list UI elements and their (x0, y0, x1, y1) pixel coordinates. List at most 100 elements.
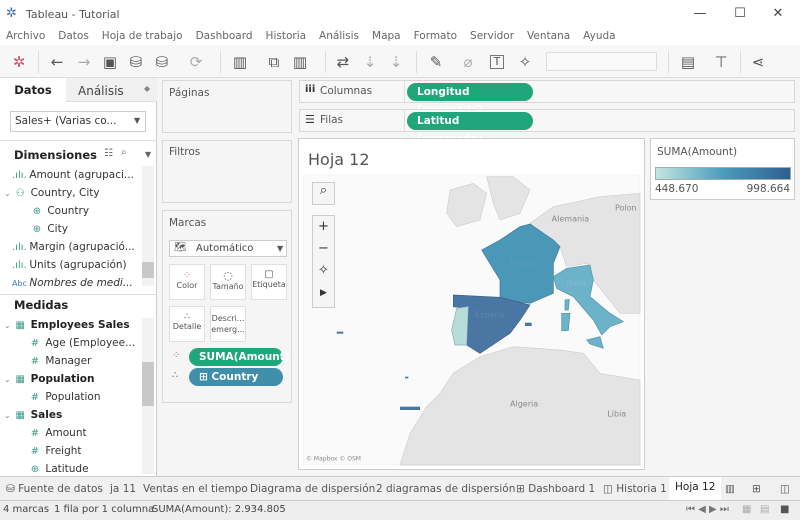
tab-historia-1[interactable]: ◫ Historia 1 (603, 479, 667, 499)
pin-icon[interactable]: ✧ (515, 53, 535, 71)
color-button[interactable]: ⁘ Color (169, 264, 205, 300)
tab-dashboard-1[interactable]: ⊞ Dashboard 1 (516, 479, 595, 499)
tab-diagrama-de-dispersion[interactable]: Diagrama de dispersión (250, 479, 375, 499)
label-button[interactable]: ▢ Etiqueta (251, 264, 287, 300)
dimension-item[interactable]: ⌄ ⚇ Country, City (4, 184, 149, 202)
measures-scrollbar[interactable] (142, 318, 154, 474)
sort-desc-icon[interactable]: ⇣ (386, 53, 406, 71)
dimension-item[interactable]: .ılı. Margin (agrupació... (0, 238, 145, 256)
menu-hoja-de-trabajo[interactable]: Hoja de trabajo (102, 28, 183, 45)
tab-hoja-12[interactable]: Hoja 12 (669, 477, 722, 500)
share-icon[interactable]: ⋖ (748, 53, 768, 71)
tabs-view-icon[interactable]: ■ (780, 504, 789, 515)
dimension-item[interactable]: ⊕ City (0, 220, 145, 238)
longitude-pill[interactable]: Longitud (generado) (407, 83, 533, 116)
columns-label: Columnas (320, 85, 373, 97)
tab-data-source[interactable]: ⛁ Fuente de datos (6, 479, 103, 499)
menu-historia[interactable]: Historia (266, 28, 307, 45)
tab-2-diagramas[interactable]: 2 diagramas de dispersión (376, 479, 515, 499)
list-view-icon[interactable]: ☷ (104, 148, 113, 159)
menu-mapa[interactable]: Mapa (372, 28, 401, 45)
dimensions-menu-icon[interactable]: ▼ (145, 150, 151, 159)
size-label: Tamaño (212, 282, 244, 291)
swap-icon[interactable]: ⇄ (333, 53, 353, 71)
dimension-item[interactable]: ⊕ Country (0, 202, 145, 220)
menu-archivo[interactable]: Archivo (6, 28, 45, 45)
show-me-icon[interactable]: ▤ (678, 53, 698, 71)
size-button[interactable]: ◌ Tamaño (210, 264, 246, 300)
new-worksheet-icon[interactable]: ▥ (725, 479, 735, 499)
tab-datos[interactable]: Datos (0, 78, 66, 103)
new-datasource-icon[interactable]: ⛁ (126, 53, 146, 71)
duplicate-sheet-icon[interactable]: ⧉ (264, 53, 284, 71)
detail-label: Detalle (172, 322, 202, 331)
clear-sheet-icon[interactable]: ▥ (290, 53, 310, 71)
highlight-icon[interactable]: ✎ (426, 53, 446, 71)
dimension-item[interactable]: .ılı. Units (agrupación) (0, 256, 145, 274)
close-button[interactable]: ✕ (768, 6, 788, 21)
fit-dropdown[interactable] (546, 52, 657, 71)
search-icon[interactable]: ⌕ (121, 147, 127, 158)
zoom-out-button[interactable]: − (313, 238, 334, 260)
measure-item[interactable]: # Age (Employee... (0, 334, 145, 352)
presentation-icon[interactable]: ⊤ (711, 53, 731, 71)
group-icon[interactable]: ⌀ (458, 53, 478, 71)
pane-menu-icon[interactable]: ◆ (144, 84, 150, 93)
pages-card[interactable]: Páginas (162, 80, 292, 133)
dimensions-scrollbar[interactable] (142, 166, 154, 286)
tab-ventas-en-el-tiempo[interactable]: Ventas en el tiempo (143, 479, 248, 499)
tab-hoja-11[interactable]: ja 11 (110, 479, 136, 499)
menu-formato[interactable]: Formato (414, 28, 457, 45)
map[interactable]: Alemania Polon Francia España Italia Alg… (300, 140, 645, 470)
pin-map-button[interactable]: ✧ (313, 260, 334, 282)
menu-ventana[interactable]: Ventana (527, 28, 570, 45)
pause-updates-icon[interactable]: ⛁ (152, 53, 172, 71)
legend-min: 448.670 (655, 183, 699, 195)
refresh-icon[interactable]: ⟳ (186, 53, 206, 71)
new-story-icon[interactable]: ◫ (780, 479, 790, 499)
sheet-navigation[interactable]: ⏮ ◀ ▶ ⏭ (686, 504, 729, 515)
detail-pill[interactable]: ⊞ Country (189, 368, 283, 386)
expand-toolbar-button[interactable]: ▶ (313, 282, 334, 304)
grid-view-icon[interactable]: ▦ (742, 504, 751, 515)
measure-item[interactable]: # Population (0, 388, 145, 406)
datasource-dropdown[interactable]: Sales+ (Varias co... ▼ (10, 111, 146, 132)
tableau-start-icon[interactable]: ✲ (9, 53, 29, 71)
sort-asc-icon[interactable]: ⇣ (360, 53, 380, 71)
redo-icon[interactable]: → (74, 53, 94, 71)
rows-shelf[interactable]: ☰ Filas Latitud (generado) (299, 109, 795, 145)
marks-card: Marcas 🗺 Automático ▼ ⁘ Color ◌ Tamaño ▢ Et… (162, 210, 292, 403)
color-legend[interactable]: SUMA(Amount) 448.670 998.664 (650, 138, 795, 200)
menu-analisis[interactable]: Análisis (319, 28, 359, 45)
measure-item[interactable]: ⌄ ▦ Sales (0, 406, 145, 424)
save-icon[interactable]: ▣ (100, 53, 120, 71)
undo-icon[interactable]: ← (47, 53, 67, 71)
color-pill[interactable]: SUMA(Amount) (189, 348, 290, 366)
filters-card[interactable]: Filtros (162, 140, 292, 203)
latitude-pill[interactable]: Latitud (generado) (407, 112, 533, 145)
dimension-item[interactable]: Abc Nombres de medi... (0, 274, 145, 292)
detail-button[interactable]: ∴ Detalle (169, 306, 205, 342)
measure-item[interactable]: ⌄ ▦ Employees Sales (0, 316, 145, 334)
columns-shelf[interactable]: iii Columnas Longitud (generado) (299, 80, 795, 116)
minimize-button[interactable]: — (690, 6, 710, 21)
menu-servidor[interactable]: Servidor (470, 28, 514, 45)
measure-item[interactable]: # Amount (0, 424, 145, 442)
dimension-item[interactable]: .ılı. Amount (agrupaci... (0, 166, 145, 184)
measure-item[interactable]: # Freight (0, 442, 145, 460)
maximize-button[interactable]: ☐ (730, 6, 750, 21)
measure-item[interactable]: # Manager (0, 352, 145, 370)
measure-item[interactable]: ⌄ ▦ Population (0, 370, 145, 388)
menu-datos[interactable]: Datos (58, 28, 89, 45)
tooltip-button[interactable]: Descri... emerg... (210, 306, 246, 342)
menu-ayuda[interactable]: Ayuda (583, 28, 615, 45)
new-sheet-icon[interactable]: ▥ (230, 53, 250, 71)
filmstrip-view-icon[interactable]: ▤ (760, 504, 769, 515)
tab-analisis[interactable]: Análisis (78, 80, 124, 102)
menu-dashboard[interactable]: Dashboard (196, 28, 253, 45)
new-dashboard-icon[interactable]: ⊞ (752, 479, 761, 499)
map-search-button[interactable]: ⌕ (312, 182, 335, 205)
label-icon[interactable]: T (490, 55, 504, 69)
mark-type-dropdown[interactable]: 🗺 Automático ▼ (169, 240, 287, 257)
zoom-in-button[interactable]: + (313, 216, 334, 238)
